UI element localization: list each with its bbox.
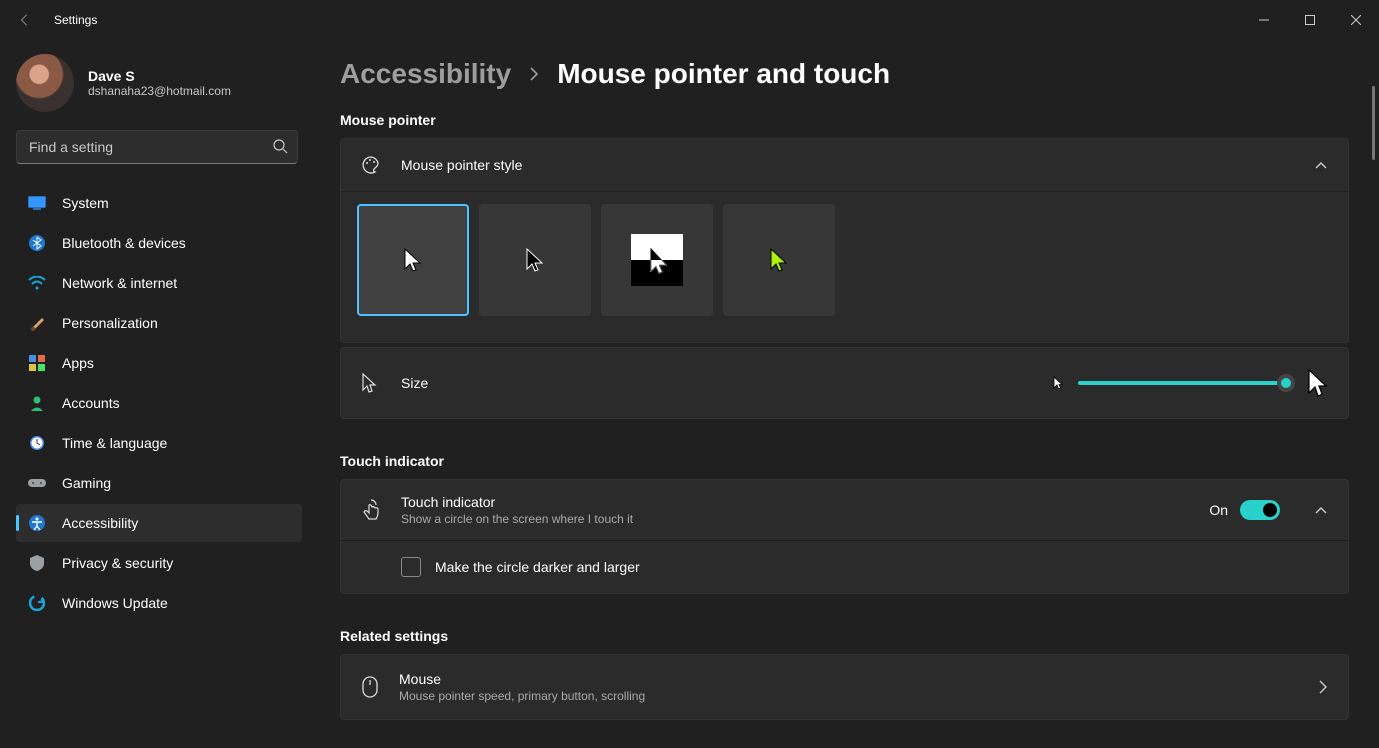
brush-icon (28, 314, 46, 332)
chevron-up-icon (1314, 160, 1328, 170)
system-icon (28, 194, 46, 212)
apps-icon (28, 354, 46, 372)
cursor-large-icon (1306, 368, 1328, 398)
section-touch-label: Touch indicator (340, 453, 1349, 469)
main-content: Accessibility Mouse pointer and touch Mo… (312, 40, 1379, 748)
chevron-right-icon (529, 67, 539, 81)
touch-toggle[interactable] (1240, 500, 1280, 520)
close-button[interactable] (1333, 0, 1379, 40)
breadcrumb-parent[interactable]: Accessibility (340, 58, 511, 90)
size-slider-group (1052, 368, 1328, 398)
chevron-right-icon (1318, 680, 1328, 694)
sidebar-item-accessibility[interactable]: Accessibility (16, 504, 302, 542)
related-mouse-card[interactable]: Mouse Mouse pointer speed, primary butto… (340, 654, 1349, 720)
sidebar-item-label: System (62, 195, 109, 211)
mouse-icon (361, 675, 379, 699)
accessibility-icon (28, 514, 46, 532)
sidebar-item-label: Accounts (62, 395, 120, 411)
pointer-style-header[interactable]: Mouse pointer style (341, 139, 1348, 191)
touch-icon (361, 499, 381, 521)
chevron-up-icon (1314, 505, 1328, 515)
touch-option-row[interactable]: Make the circle darker and larger (341, 540, 1348, 593)
darker-larger-checkbox[interactable] (401, 557, 421, 577)
sidebar-item-label: Windows Update (62, 595, 168, 611)
sidebar-item-label: Bluetooth & devices (62, 235, 186, 251)
slider-fill (1078, 381, 1286, 385)
touch-subtitle: Show a circle on the screen where I touc… (401, 512, 633, 526)
search-icon[interactable] (272, 138, 288, 154)
sidebar-item-label: Gaming (62, 475, 111, 491)
breadcrumb: Accessibility Mouse pointer and touch (340, 58, 1349, 90)
size-slider[interactable] (1078, 381, 1292, 385)
section-related-label: Related settings (340, 628, 1349, 644)
user-email: dshanaha23@hotmail.com (88, 84, 231, 98)
cursor-small-icon (1052, 375, 1064, 391)
shield-icon (28, 554, 46, 572)
titlebar: Settings (0, 0, 1379, 40)
sidebar-item-label: Personalization (62, 315, 158, 331)
palette-icon (361, 155, 381, 175)
clock-icon (28, 434, 46, 452)
darker-larger-label: Make the circle darker and larger (435, 559, 640, 575)
gamepad-icon (28, 474, 46, 492)
sidebar-item-update[interactable]: Windows Update (16, 584, 302, 622)
sidebar-item-personalization[interactable]: Personalization (16, 304, 302, 342)
sidebar-item-gaming[interactable]: Gaming (16, 464, 302, 502)
sidebar-item-label: Time & language (62, 435, 167, 451)
pointer-style-options (341, 191, 1348, 342)
size-label: Size (401, 375, 428, 391)
bluetooth-icon (28, 234, 46, 252)
pointer-style-black[interactable] (479, 204, 591, 316)
sidebar-item-apps[interactable]: Apps (16, 344, 302, 382)
pointer-size-card: Size (340, 347, 1349, 419)
related-mouse-title: Mouse (399, 671, 645, 687)
nav-list: System Bluetooth & devices Network & int… (16, 184, 302, 622)
person-icon (28, 394, 46, 412)
breadcrumb-current: Mouse pointer and touch (557, 58, 890, 90)
update-icon (28, 594, 46, 612)
search-box (16, 130, 298, 164)
touch-title: Touch indicator (401, 494, 633, 510)
pointer-style-white[interactable] (357, 204, 469, 316)
sidebar-item-bluetooth[interactable]: Bluetooth & devices (16, 224, 302, 262)
pointer-style-label: Mouse pointer style (401, 157, 522, 173)
wifi-icon (28, 274, 46, 292)
minimize-button[interactable] (1241, 0, 1287, 40)
sidebar-item-label: Network & internet (62, 275, 177, 291)
related-mouse-subtitle: Mouse pointer speed, primary button, scr… (399, 689, 645, 703)
window-title: Settings (54, 13, 97, 27)
sidebar-item-time[interactable]: Time & language (16, 424, 302, 462)
avatar (16, 54, 74, 112)
sidebar-item-privacy[interactable]: Privacy & security (16, 544, 302, 582)
sidebar-item-label: Apps (62, 355, 94, 371)
sidebar-item-network[interactable]: Network & internet (16, 264, 302, 302)
search-input[interactable] (16, 130, 298, 164)
sidebar-item-accounts[interactable]: Accounts (16, 384, 302, 422)
sidebar: Dave S dshanaha23@hotmail.com System Blu… (0, 40, 312, 748)
sidebar-item-label: Privacy & security (62, 555, 173, 571)
touch-indicator-row[interactable]: Touch indicator Show a circle on the scr… (341, 480, 1348, 540)
user-name: Dave S (88, 68, 231, 84)
pointer-style-custom[interactable] (723, 204, 835, 316)
section-pointer-label: Mouse pointer (340, 112, 1349, 128)
sidebar-item-system[interactable]: System (16, 184, 302, 222)
toggle-state-label: On (1209, 502, 1228, 518)
pointer-style-inverted[interactable] (601, 204, 713, 316)
slider-thumb[interactable] (1277, 374, 1295, 392)
back-icon[interactable] (18, 13, 40, 27)
sidebar-item-label: Accessibility (62, 515, 138, 531)
window-controls (1241, 0, 1379, 40)
maximize-button[interactable] (1287, 0, 1333, 40)
pointer-style-card: Mouse pointer style (340, 138, 1349, 343)
cursor-icon (361, 372, 381, 394)
user-block[interactable]: Dave S dshanaha23@hotmail.com (16, 46, 302, 130)
touch-indicator-card: Touch indicator Show a circle on the scr… (340, 479, 1349, 594)
scrollbar-thumb[interactable] (1372, 86, 1375, 160)
